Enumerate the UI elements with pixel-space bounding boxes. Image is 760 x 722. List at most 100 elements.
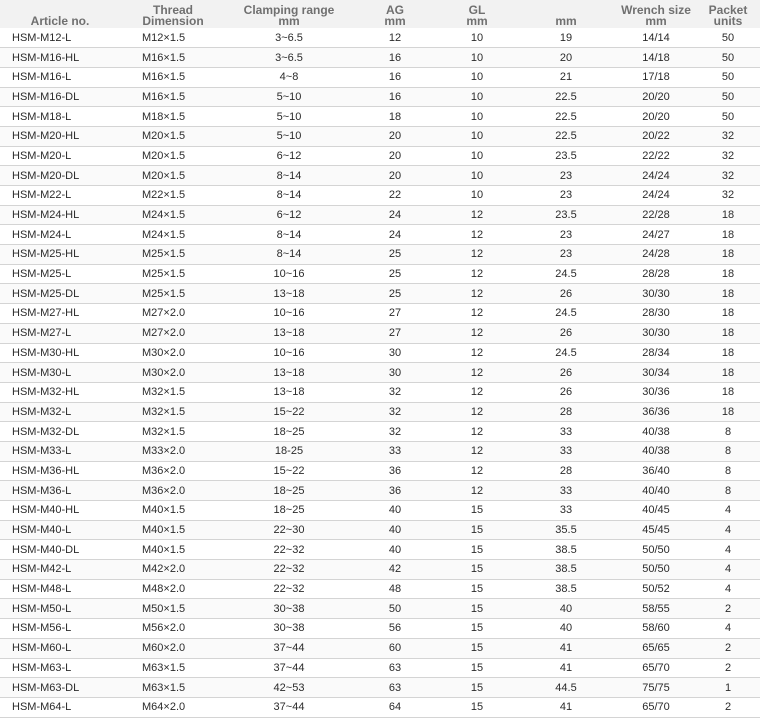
table-row: HSM-M42-L M42×2.0 22~32 42 15 38.5 50/50 4	[0, 559, 760, 580]
cell-packet: 4	[696, 539, 760, 561]
cell-clamping: 13~18	[226, 283, 352, 305]
cell-article: HSM-M27-L	[0, 323, 120, 344]
cell-packet: 50	[696, 47, 760, 68]
table-row: HSM-M64-L M64×2.0 37~44 64 15 41 65/70 2	[0, 697, 760, 718]
cell-gl: 10	[438, 126, 516, 147]
table-row: HSM-M30-L M30×2.0 13~18 30 12 26 30/34 18	[0, 362, 760, 383]
header-article-line1: Article no.	[30, 14, 90, 28]
cell-wrench: 65/70	[616, 658, 696, 679]
cell-packet: 18	[696, 303, 760, 324]
cell-ag: 42	[352, 559, 438, 580]
cell-ag: 16	[352, 47, 438, 68]
cell-wrench: 30/30	[616, 283, 696, 305]
cell-mm: 28	[516, 461, 616, 482]
table-row: HSM-M40-DL M40×1.5 22~32 40 15 38.5 50/50 4	[0, 539, 760, 561]
cell-gl: 15	[438, 697, 516, 718]
cell-gl: 12	[438, 323, 516, 344]
cell-clamping: 8~14	[226, 165, 352, 186]
header-ag: AG mm	[352, 0, 438, 28]
cell-gl: 15	[438, 638, 516, 659]
cell-ag: 56	[352, 618, 438, 639]
cell-gl: 15	[438, 677, 516, 698]
cell-mm: 38.5	[516, 559, 616, 580]
cell-gl: 12	[438, 421, 516, 442]
cell-thread: M16×1.5	[120, 47, 226, 68]
cell-wrench: 36/40	[616, 461, 696, 482]
cell-thread: M25×1.5	[120, 244, 226, 265]
cell-gl: 10	[438, 47, 516, 68]
cell-gl: 15	[438, 658, 516, 679]
cell-wrench: 24/24	[616, 185, 696, 206]
cell-gl: 15	[438, 500, 516, 521]
cell-clamping: 37~44	[226, 638, 352, 659]
cell-mm: 26	[516, 362, 616, 383]
cell-thread: M30×2.0	[120, 343, 226, 364]
table-row: HSM-M32-L M32×1.5 15~22 32 12 28 36/36 18	[0, 402, 760, 423]
cell-clamping: 18~25	[226, 480, 352, 501]
cell-mm: 22.5	[516, 87, 616, 108]
cell-ag: 22	[352, 185, 438, 206]
table-body: HSM-M12-L M12×1.5 3~6.5 12 10 19 14/14 50 HSM-M1…	[0, 28, 760, 718]
cell-article: HSM-M25-DL	[0, 283, 120, 305]
cell-packet: 50	[696, 87, 760, 108]
cell-mm: 23	[516, 224, 616, 246]
cell-packet: 4	[696, 618, 760, 639]
cell-mm: 41	[516, 658, 616, 679]
cell-article: HSM-M32-DL	[0, 421, 120, 442]
cell-clamping: 37~44	[226, 697, 352, 718]
cell-packet: 4	[696, 500, 760, 521]
cell-packet: 18	[696, 343, 760, 364]
cell-mm: 28	[516, 402, 616, 423]
cell-wrench: 22/28	[616, 205, 696, 226]
cell-clamping: 13~18	[226, 362, 352, 383]
cell-wrench: 28/28	[616, 264, 696, 285]
cell-mm: 19	[516, 28, 616, 49]
cell-clamping: 13~18	[226, 323, 352, 344]
cell-gl: 15	[438, 539, 516, 561]
header-mm: mm	[516, 0, 616, 28]
cell-packet: 18	[696, 244, 760, 265]
table-row: HSM-M16-DL M16×1.5 5~10 16 10 22.5 20/20 50	[0, 87, 760, 108]
cell-article: HSM-M50-L	[0, 598, 120, 620]
table-row: HSM-M63-L M63×1.5 37~44 63 15 41 65/70 2	[0, 658, 760, 679]
cell-article: HSM-M40-L	[0, 520, 120, 541]
header-gl: GL mm	[438, 0, 516, 28]
header-mm-line2: mm	[555, 14, 577, 28]
cell-clamping: 10~16	[226, 303, 352, 324]
cell-article: HSM-M16-HL	[0, 47, 120, 68]
table-row: HSM-M24-L M24×1.5 8~14 24 12 23 24/27 18	[0, 224, 760, 246]
header-article: Article no.	[0, 0, 120, 28]
cell-article: HSM-M32-HL	[0, 382, 120, 403]
cell-wrench: 58/55	[616, 598, 696, 620]
table-header-row: Article no. Thread Dimension Clamping ran…	[0, 0, 760, 28]
cell-gl: 12	[438, 303, 516, 324]
cell-packet: 32	[696, 185, 760, 206]
table-row: HSM-M36-HL M36×2.0 15~22 36 12 28 36/40 8	[0, 461, 760, 482]
cell-ag: 25	[352, 244, 438, 265]
cell-mm: 23	[516, 185, 616, 206]
cell-clamping: 3~6.5	[226, 28, 352, 49]
cell-clamping: 42~53	[226, 677, 352, 698]
cell-mm: 23	[516, 244, 616, 265]
cell-thread: M64×2.0	[120, 697, 226, 718]
cell-article: HSM-M48-L	[0, 579, 120, 600]
cell-mm: 33	[516, 480, 616, 501]
cell-gl: 10	[438, 28, 516, 49]
cell-thread: M30×2.0	[120, 362, 226, 383]
table-row: HSM-M12-L M12×1.5 3~6.5 12 10 19 14/14 50	[0, 28, 760, 49]
cell-article: HSM-M56-L	[0, 618, 120, 639]
cell-wrench: 14/18	[616, 47, 696, 68]
cell-gl: 15	[438, 559, 516, 580]
cell-mm: 38.5	[516, 579, 616, 600]
table-row: HSM-M25-DL M25×1.5 13~18 25 12 26 30/30 18	[0, 283, 760, 305]
table-row: HSM-M60-L M60×2.0 37~44 60 15 41 65/65 2	[0, 638, 760, 659]
cell-gl: 12	[438, 264, 516, 285]
cell-thread: M36×2.0	[120, 461, 226, 482]
cell-gl: 15	[438, 598, 516, 620]
cell-ag: 27	[352, 323, 438, 344]
table-row: HSM-M22-L M22×1.5 8~14 22 10 23 24/24 32	[0, 185, 760, 206]
cell-packet: 8	[696, 480, 760, 501]
table-row: HSM-M20-DL M20×1.5 8~14 20 10 23 24/24 32	[0, 165, 760, 186]
cell-article: HSM-M20-DL	[0, 165, 120, 186]
cell-wrench: 30/36	[616, 382, 696, 403]
